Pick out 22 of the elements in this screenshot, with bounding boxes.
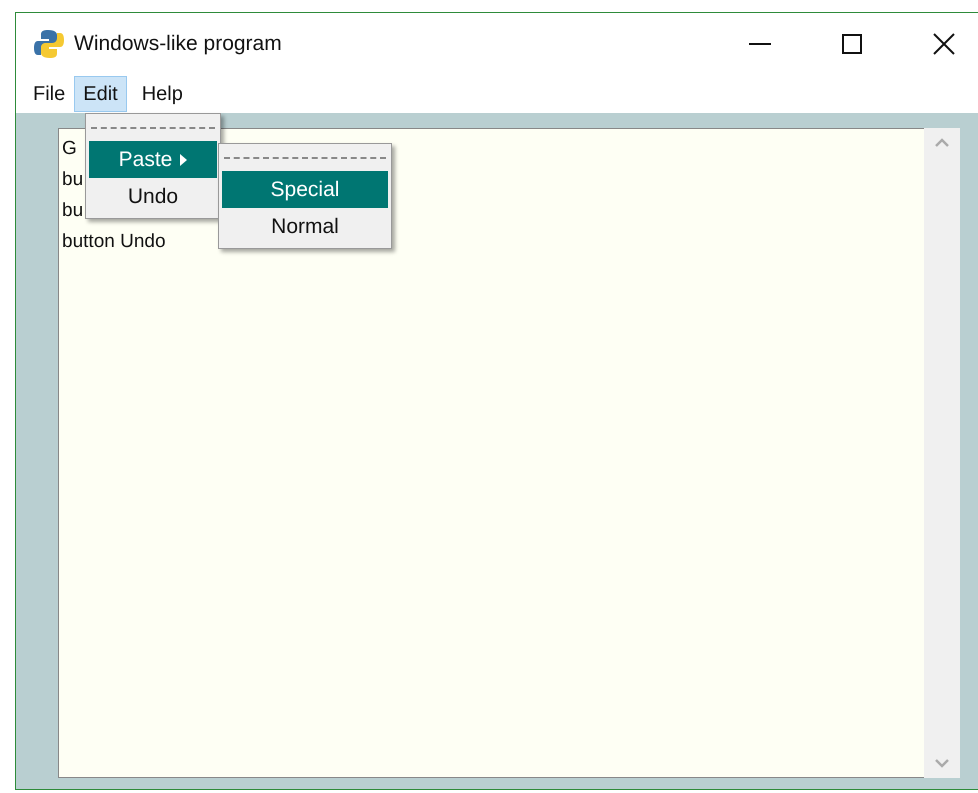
tearoff-line[interactable] bbox=[224, 157, 386, 159]
scrollbar[interactable] bbox=[924, 128, 960, 778]
menu-item[interactable]: Undo bbox=[89, 178, 217, 215]
text-line: bu bbox=[62, 199, 84, 223]
menu-bar-item[interactable]: Edit bbox=[74, 76, 127, 112]
scroll-down-icon bbox=[935, 759, 949, 768]
text-line: button Undo bbox=[62, 230, 166, 254]
scroll-up-icon bbox=[935, 138, 949, 147]
menu-item[interactable]: Normal bbox=[222, 208, 388, 245]
window-title: Windows-like program bbox=[74, 32, 282, 56]
maximize-icon bbox=[842, 34, 862, 54]
tearoff-line[interactable] bbox=[91, 127, 215, 129]
text-line: G bbox=[62, 137, 77, 161]
menu-bar-item[interactable]: Help bbox=[132, 76, 192, 112]
text-line: bu bbox=[62, 168, 84, 192]
menu-item[interactable]: Special bbox=[222, 171, 388, 208]
menu-bar-item[interactable]: File bbox=[24, 76, 74, 112]
menu-item[interactable]: Paste bbox=[89, 141, 217, 178]
close-icon bbox=[933, 33, 955, 55]
snake-logo-icon bbox=[34, 29, 64, 59]
minimize-icon bbox=[749, 43, 771, 45]
submenu-arrow-icon bbox=[180, 154, 188, 166]
